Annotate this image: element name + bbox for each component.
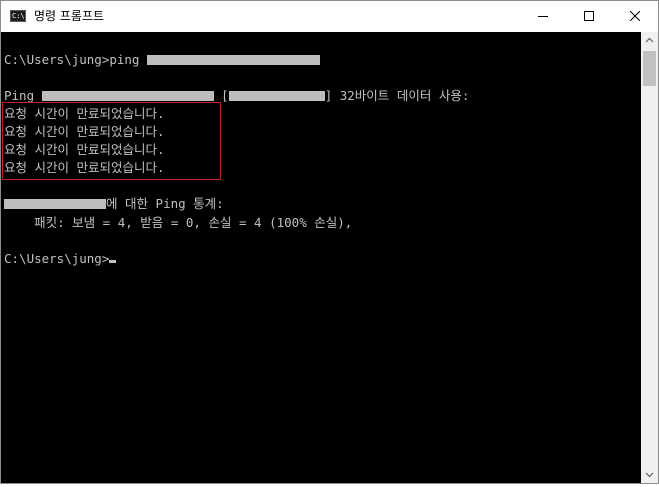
scroll-up-button[interactable]: [641, 32, 658, 49]
final-prompt-line: C:\Users\jung>: [4, 250, 117, 267]
scroll-down-button[interactable]: [641, 466, 658, 483]
cmd-icon-glyph: C:\.: [12, 12, 29, 20]
window-title: 명령 프롬프트: [34, 9, 105, 23]
title-bar[interactable]: C:\. 명령 프롬프트: [1, 1, 658, 32]
maximize-icon: [584, 11, 594, 21]
prompt-text: C:\Users\jung>ping: [4, 52, 147, 67]
maximize-button[interactable]: [566, 1, 612, 32]
vertical-scrollbar[interactable]: [641, 32, 658, 483]
console-output[interactable]: C:\Users\jung>ping Ping [ ] 32바이트 데이터 사용:…: [1, 32, 641, 483]
ping-command-line: C:\Users\jung>ping: [4, 51, 320, 68]
scroll-down-arrow-icon: [645, 472, 654, 478]
close-icon: [630, 11, 640, 21]
cmd-icon[interactable]: C:\.: [10, 10, 29, 22]
minimize-button[interactable]: [520, 1, 566, 32]
redacted-hostname: [41, 90, 214, 101]
scrollbar-thumb[interactable]: [643, 51, 656, 86]
text-cursor: [109, 260, 117, 263]
redacted-ip-address: [228, 90, 325, 101]
redacted-hostname: [147, 54, 320, 65]
close-button[interactable]: [612, 1, 658, 32]
ping-header-prefix: Ping: [4, 88, 42, 103]
redacted-ip-address: [4, 198, 106, 209]
timeout-highlight-box: [2, 102, 221, 180]
ping-stats-header: 에 대한 Ping 통계:: [4, 195, 224, 212]
stats-header-text: 에 대한 Ping 통계:: [106, 196, 224, 211]
minimize-icon: [538, 16, 548, 17]
scroll-up-arrow-icon: [645, 37, 654, 43]
ping-header-suffix: ] 32바이트 데이터 사용:: [324, 88, 470, 103]
ping-stats-line: 패킷: 보냄 = 4, 받음 = 0, 손실 = 4 (100% 손실),: [4, 215, 353, 230]
command-prompt-window: C:\. 명령 프롬프트 C:\Users\jung>ping Ping [ ] …: [0, 0, 659, 484]
ping-header-bracket: [: [213, 88, 229, 103]
prompt-text: C:\Users\jung>: [4, 251, 110, 266]
